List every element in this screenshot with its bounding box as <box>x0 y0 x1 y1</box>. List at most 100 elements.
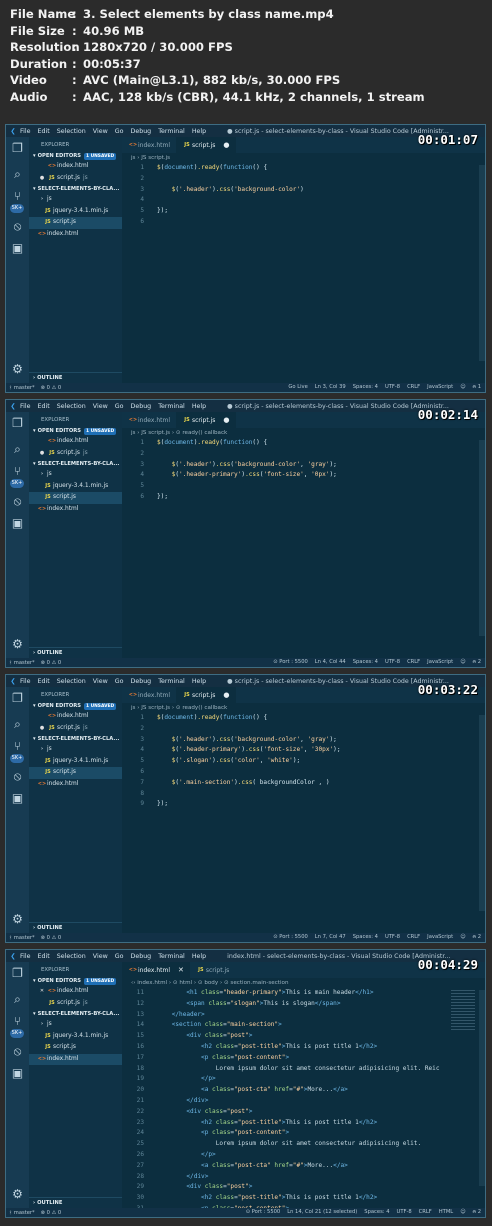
menu-item-help[interactable]: Help <box>192 128 206 135</box>
file-tree-item[interactable]: › js <box>29 469 122 481</box>
file-tree-item[interactable]: › js <box>29 744 122 756</box>
close-icon[interactable]: ✕ <box>37 986 47 998</box>
file-tree-item[interactable]: JS jquery-3.4.1.min.js <box>29 481 122 493</box>
code-editor[interactable]: 11 <h1 class="header-primary">This is ma… <box>122 988 485 1208</box>
live-server-status[interactable]: ⊙ Port : 5500 <box>273 934 308 941</box>
menu-item-selection[interactable]: Selection <box>57 678 86 685</box>
outline-header[interactable]: › OUTLINE <box>29 922 122 933</box>
menu-item-go[interactable]: Go <box>115 403 124 410</box>
source-control-icon[interactable]: ⑂ <box>10 739 25 754</box>
outline-header[interactable]: › OUTLINE <box>29 372 122 383</box>
live-server-status[interactable]: ⊙ Port : 5500 <box>273 659 308 666</box>
code-editor[interactable]: 1 $(document).ready(function() {2 3 $('.he… <box>122 713 485 810</box>
gear-icon[interactable]: ⚙ <box>10 362 25 377</box>
outline-header[interactable]: › OUTLINE <box>29 647 122 658</box>
live-server-status[interactable]: Go Live <box>288 384 307 391</box>
source-control-icon[interactable]: ⑂ <box>10 464 25 479</box>
search-icon[interactable]: ⌕ <box>10 442 25 457</box>
menu-item-terminal[interactable]: Terminal <box>158 678 185 685</box>
editor-tab[interactable]: JS script.js ● <box>176 412 236 428</box>
git-branch-status[interactable]: ᚼ master* <box>9 935 35 941</box>
indentation-status[interactable]: Spaces: 4 <box>353 934 378 941</box>
vertical-scrollbar[interactable] <box>479 715 485 911</box>
language-mode[interactable]: JavaScript <box>427 934 453 941</box>
folder-header[interactable]: ▾ SELECT-ELEMENTS-BY-CLA... <box>29 459 122 469</box>
menu-item-terminal[interactable]: Terminal <box>158 403 185 410</box>
git-branch-status[interactable]: ᚼ master* <box>9 385 35 391</box>
no-debug-icon[interactable]: ⦸ <box>10 494 25 509</box>
open-editor-item[interactable]: ● JS script.js js <box>29 723 122 735</box>
menu-item-go[interactable]: Go <box>115 678 124 685</box>
extensions-icon[interactable]: ▣ <box>10 1066 25 1081</box>
unsaved-dot-icon[interactable]: ● <box>37 723 47 735</box>
notifications-icon[interactable]: ⍾ 2 <box>473 934 481 941</box>
no-debug-icon[interactable]: ⦸ <box>10 769 25 784</box>
open-editors-header[interactable]: ▾ OPEN EDITORS 1 UNSAVED <box>29 151 122 161</box>
feedback-icon[interactable]: ☺ <box>460 934 465 941</box>
menu-item-file[interactable]: File <box>20 678 31 685</box>
files-icon[interactable]: ❐ <box>10 691 25 706</box>
cursor-position[interactable]: Ln 7, Col 47 <box>315 934 346 941</box>
line-ending-status[interactable]: CRLF <box>407 659 420 666</box>
code-editor[interactable]: 1 $(document).ready(function() {2 3 $('.he… <box>122 438 485 503</box>
file-tree-item[interactable]: JS jquery-3.4.1.min.js <box>29 756 122 768</box>
editor-tab[interactable]: <> index.html ✕ <box>122 962 190 978</box>
editor-tab[interactable]: <> index.html <box>122 412 176 428</box>
file-tree-item[interactable]: JS script.js <box>29 767 122 779</box>
editor-tab[interactable]: <> index.html <box>122 687 176 703</box>
extensions-icon[interactable]: ▣ <box>10 791 25 806</box>
open-editor-item[interactable]: <> index.html <box>29 711 122 723</box>
unsaved-dot-icon[interactable]: ● <box>223 416 229 424</box>
menu-item-go[interactable]: Go <box>115 953 124 960</box>
menu-item-selection[interactable]: Selection <box>57 953 86 960</box>
folder-header[interactable]: ▾ SELECT-ELEMENTS-BY-CLA... <box>29 734 122 744</box>
no-debug-icon[interactable]: ⦸ <box>10 1044 25 1059</box>
file-tree-item[interactable]: › js <box>29 194 122 206</box>
line-ending-status[interactable]: CRLF <box>407 384 420 391</box>
close-icon[interactable]: ✕ <box>178 966 184 974</box>
file-tree-item[interactable]: <> index.html <box>29 1053 122 1065</box>
menu-item-go[interactable]: Go <box>115 128 124 135</box>
source-control-icon[interactable]: ⑂ <box>10 1014 25 1029</box>
unsaved-dot-icon[interactable]: ● <box>37 448 47 460</box>
vertical-scrollbar[interactable] <box>479 990 485 1186</box>
menu-item-debug[interactable]: Debug <box>130 953 151 960</box>
indentation-status[interactable]: Spaces: 4 <box>353 384 378 391</box>
feedback-icon[interactable]: ☺ <box>460 1209 465 1216</box>
menu-item-edit[interactable]: Edit <box>38 953 50 960</box>
editor-tab[interactable]: <> index.html <box>122 137 176 153</box>
gear-icon[interactable]: ⚙ <box>10 1187 25 1202</box>
menu-item-view[interactable]: View <box>93 678 108 685</box>
editor-tab[interactable]: JS script.js ● <box>176 687 236 703</box>
file-tree-item[interactable]: JS script.js <box>29 492 122 504</box>
line-ending-status[interactable]: CRLF <box>419 1209 432 1216</box>
search-icon[interactable]: ⌕ <box>10 992 25 1007</box>
open-editors-header[interactable]: ▾ OPEN EDITORS 1 UNSAVED <box>29 701 122 711</box>
git-branch-status[interactable]: ᚼ master* <box>9 1210 35 1216</box>
language-mode[interactable]: JavaScript <box>427 384 453 391</box>
file-tree-item[interactable]: JS jquery-3.4.1.min.js <box>29 1031 122 1043</box>
notifications-icon[interactable]: ⍾ 2 <box>473 1209 481 1216</box>
encoding-status[interactable]: UTF-8 <box>385 934 400 941</box>
code-editor[interactable]: 1 $(document).ready(function() {2 3 $('.he… <box>122 163 485 228</box>
encoding-status[interactable]: UTF-8 <box>385 659 400 666</box>
files-icon[interactable]: ❐ <box>10 416 25 431</box>
notifications-icon[interactable]: ⍾ 1 <box>473 384 481 391</box>
file-tree-item[interactable]: <> index.html <box>29 504 122 516</box>
file-tree-item[interactable]: › js <box>29 1019 122 1031</box>
extensions-icon[interactable]: ▣ <box>10 516 25 531</box>
open-editor-item[interactable]: ✕ <> index.html <box>29 986 122 998</box>
no-debug-icon[interactable]: ⦸ <box>10 219 25 234</box>
menu-item-view[interactable]: View <box>93 953 108 960</box>
language-mode[interactable]: JavaScript <box>427 659 453 666</box>
search-icon[interactable]: ⌕ <box>10 717 25 732</box>
unsaved-dot-icon[interactable]: ● <box>223 141 229 149</box>
breadcrumb[interactable]: js › JS script.js <box>122 153 485 163</box>
menu-item-edit[interactable]: Edit <box>38 403 50 410</box>
open-editors-header[interactable]: ▾ OPEN EDITORS 1 UNSAVED <box>29 976 122 986</box>
feedback-icon[interactable]: ☺ <box>460 384 465 391</box>
menu-item-debug[interactable]: Debug <box>130 678 151 685</box>
folder-header[interactable]: ▾ SELECT-ELEMENTS-BY-CLA... <box>29 1009 122 1019</box>
unsaved-dot-icon[interactable]: ● <box>37 173 47 185</box>
menu-item-terminal[interactable]: Terminal <box>158 128 185 135</box>
